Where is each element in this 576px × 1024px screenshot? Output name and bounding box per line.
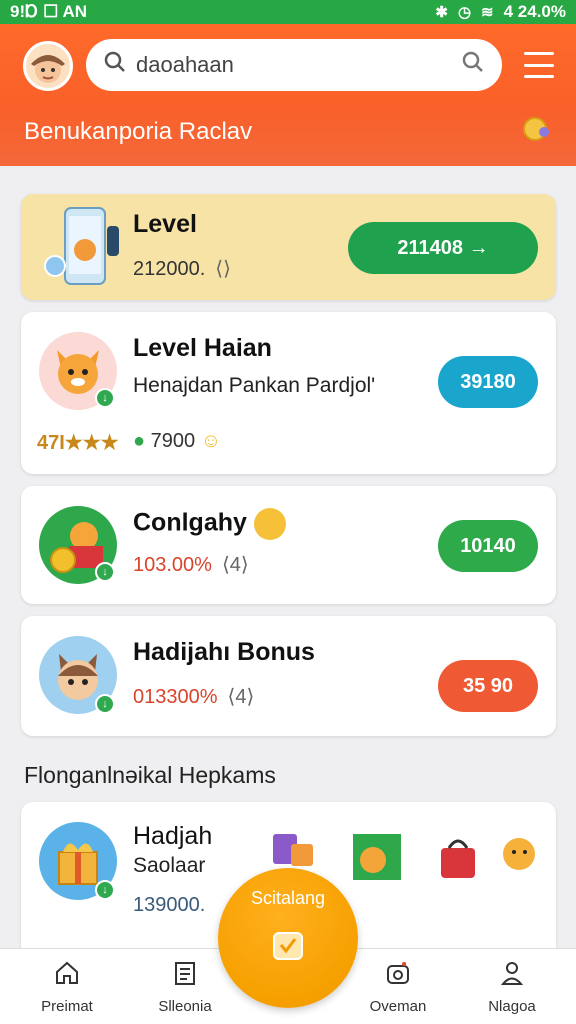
app-header: daoahaan Benukanporia Raclav — [0, 24, 576, 166]
nav-profile[interactable]: Nlagoa — [462, 949, 562, 1024]
card-subtitle: Saolaar — [133, 854, 206, 877]
card-title: Conlgahy — [133, 508, 286, 540]
search-submit-icon[interactable] — [462, 51, 484, 79]
nav-label: Oveman — [369, 998, 427, 1015]
alarm-icon: ◷ — [457, 4, 472, 21]
section-title: Flonganlnəikal Hepkams — [24, 762, 276, 788]
card-meta: 103.00% ⟨4⟩ — [133, 552, 249, 577]
coin-icon[interactable] — [522, 114, 552, 144]
download-badge-icon: ↓ — [95, 388, 115, 408]
download-badge-icon: ↓ — [95, 694, 115, 714]
card-meta: 139000. — [133, 894, 206, 916]
home-icon — [53, 959, 81, 992]
gift-bag-icon — [431, 832, 483, 882]
status-left: 9!Ɒ ☐ AN — [10, 2, 88, 21]
phone-illustration-icon — [41, 204, 133, 290]
search-icon — [104, 51, 126, 79]
wallet-icon — [268, 925, 308, 970]
download-badge-icon: ↓ — [95, 562, 115, 582]
card-meta-extra: ⟨⟩ — [215, 258, 231, 280]
action-button[interactable]: 35 90 — [438, 660, 538, 712]
nav-label: Nlagoa — [488, 998, 536, 1015]
page-title: Benukanporia Raclav — [24, 118, 253, 145]
card-value: 103.00% — [133, 554, 212, 576]
nav-label: Slleonia — [158, 998, 212, 1015]
center-action-button[interactable]: Scitalang — [218, 868, 358, 1008]
menu-icon[interactable] — [524, 52, 554, 78]
card-meta: 013300% ⟨4⟩ — [133, 684, 254, 709]
action-button[interactable]: 211408 → — [348, 222, 538, 274]
action-button[interactable]: 10140 — [438, 520, 538, 572]
nav-home[interactable]: Preimat — [17, 949, 117, 1024]
card-title: Hadijahı Bonus — [133, 638, 315, 666]
nav-camera[interactable]: Oveman — [348, 949, 448, 1024]
fab-label: Scitalang — [250, 888, 326, 908]
coins-value: 7900 — [150, 430, 196, 452]
nav-label: Preimat — [41, 998, 93, 1015]
card-coins: ● 7900 ☺ — [133, 430, 221, 453]
card-meta-extra: ⟨4⟩ — [221, 554, 249, 576]
card-value: 212000. — [133, 258, 206, 280]
card-title: Hadjah — [133, 822, 213, 850]
list-card[interactable]: ↓ Level Haian Henajdan Pankan Pardjol' 4… — [21, 312, 556, 474]
download-badge-icon: ↓ — [95, 880, 115, 900]
bluetooth-icon: ✱ — [435, 4, 448, 21]
chat-icon: ● — [133, 430, 146, 452]
person-icon — [498, 959, 526, 992]
card-subtitle: Henajdan Pankan Pardjol' — [133, 374, 376, 397]
wifi-icon: ≋ — [481, 4, 494, 21]
leaf-character-icon — [351, 832, 403, 882]
rating-stars: 47Ɩ★★★ — [37, 432, 119, 454]
emoji-icon — [253, 508, 286, 540]
featured-card[interactable]: Level 212000. ⟨⟩ 211408 → — [21, 194, 556, 300]
avatar[interactable] — [23, 41, 73, 91]
nav-documents[interactable]: Slleonia — [135, 949, 235, 1024]
card-rating: 47Ɩ★★★ — [37, 430, 119, 455]
card-meta-extra: ⟨4⟩ — [227, 686, 255, 708]
status-time: 4 24.0% — [503, 2, 566, 21]
card-title: Level Haian — [133, 334, 272, 362]
status-bar: 9!Ɒ ☐ AN ✱ ◷ ≋ 4 24.0% — [0, 0, 576, 24]
card-value: 013300% — [133, 686, 218, 708]
search-bar[interactable]: daoahaan — [86, 39, 502, 91]
search-input[interactable]: daoahaan — [136, 52, 462, 78]
camera-icon — [384, 959, 412, 992]
list-card[interactable]: ↓ Hadijahı Bonus 013300% ⟨4⟩ 35 90 — [21, 616, 556, 736]
cups-icon — [263, 824, 323, 874]
list-card[interactable]: ↓ Conlgahy 103.00% ⟨4⟩ 10140 — [21, 486, 556, 604]
card-title: Level — [133, 210, 197, 238]
action-button[interactable]: 39180 — [438, 356, 538, 408]
document-icon — [171, 959, 199, 992]
mascot-icon — [495, 828, 547, 882]
card-meta: 212000. ⟨⟩ — [133, 256, 231, 281]
smiley-icon: ☺ — [200, 430, 222, 452]
card-title-text: Conlgahy — [133, 508, 247, 537]
